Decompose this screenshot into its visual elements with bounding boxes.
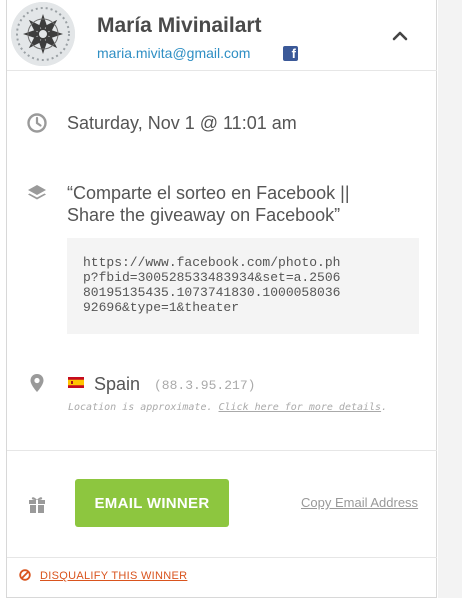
facebook-icon[interactable]: f <box>283 46 298 61</box>
copy-email-link[interactable]: Copy Email Address <box>301 495 418 510</box>
location-note-text: Location is approximate. <box>68 402 219 413</box>
chevron-up-icon[interactable] <box>389 28 411 44</box>
divider <box>7 557 437 558</box>
location-note-end: . <box>381 402 388 413</box>
map-pin-icon <box>30 374 44 392</box>
layers-icon <box>28 185 46 200</box>
disqualify-winner-link[interactable]: DISQUALIFY THIS WINNER <box>40 570 187 582</box>
gift-icon <box>29 497 45 513</box>
entry-date: Saturday, Nov 1 @ 11:01 am <box>67 113 297 133</box>
email-winner-button[interactable]: EMAIL WINNER <box>75 479 229 527</box>
location-country: Spain <box>94 374 141 394</box>
winner-header: María Mivinailart maria.mivita@gmail.com… <box>7 0 437 71</box>
clock-icon <box>27 113 47 133</box>
location-ip: (88.3.95.217) <box>154 378 256 393</box>
location-details-link[interactable]: Click here for more details <box>219 402 382 413</box>
winner-name: María Mivinailart <box>97 14 262 37</box>
location-note: Location is approximate. Click here for … <box>68 402 387 413</box>
submitted-url-box: https://www.facebook.com/photo.ph p?fbid… <box>67 238 419 334</box>
mandala-avatar-image <box>11 2 75 66</box>
right-scroll-gutter <box>438 0 462 598</box>
ban-icon <box>19 569 31 581</box>
winner-email[interactable]: maria.mivita@gmail.com <box>97 45 250 61</box>
submitted-url: https://www.facebook.com/photo.ph p?fbid… <box>83 255 341 315</box>
winner-panel: María Mivinailart maria.mivita@gmail.com… <box>6 0 437 598</box>
entry-action-title: “Comparte el sorteo en Facebook || Share… <box>67 183 350 225</box>
spain-flag-icon <box>68 377 84 388</box>
divider <box>7 450 437 451</box>
avatar <box>11 2 75 66</box>
